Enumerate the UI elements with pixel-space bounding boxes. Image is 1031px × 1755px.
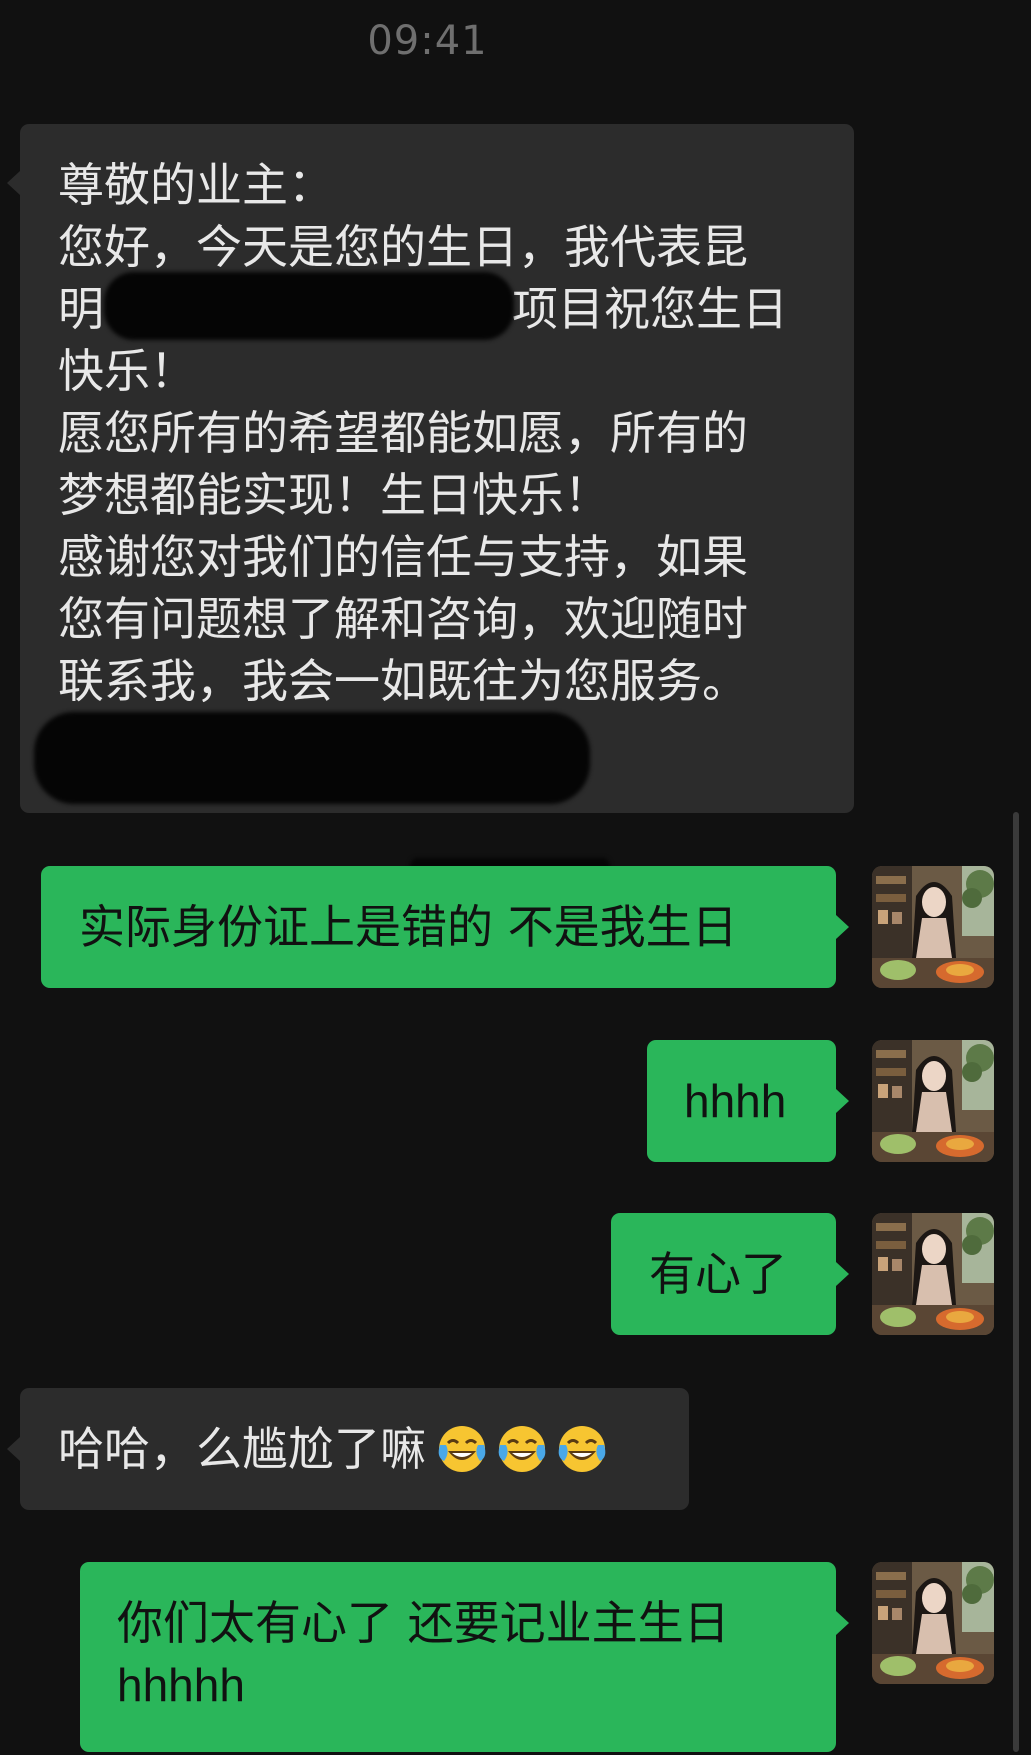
message-bubble-outgoing[interactable]: 有心了	[611, 1213, 836, 1335]
message-line: 您有问题想了解和咨询，欢迎随时	[58, 592, 748, 646]
message-text: 哈哈，么尴尬了嘛	[58, 1422, 426, 1476]
message-text: hhhh	[684, 1075, 787, 1127]
message-line: 快乐！	[58, 344, 196, 398]
message-line: 感谢您对我们的信任与支持，如果	[58, 530, 748, 584]
tears-of-joy-emoji	[436, 1423, 488, 1475]
redaction-mark	[104, 272, 514, 340]
message-fragment: 明	[58, 282, 104, 336]
user-avatar-photo-icon	[872, 1213, 994, 1335]
bubble-tail	[836, 915, 849, 939]
tears-of-joy-emoji	[556, 1423, 608, 1475]
message-line: 愿您所有的希望都能如愿，所有的	[58, 406, 748, 460]
user-avatar-photo-icon	[872, 1040, 994, 1162]
message-text: 实际身份证上是错的 不是我生日	[79, 900, 738, 954]
timestamp: 09:41	[367, 18, 488, 64]
message-line: 你们太有心了 还要记业主生日	[117, 1596, 730, 1650]
message-bubble-incoming[interactable]: 尊敬的业主： 您好，今天是您的生日，我代表昆 明 项目祝您生日 快乐！ 愿您所有…	[20, 124, 854, 813]
message-bubble-outgoing[interactable]: 你们太有心了 还要记业主生日 hhhhh	[80, 1562, 836, 1752]
user-avatar[interactable]	[872, 866, 994, 988]
message-line: hhhhh	[117, 1659, 245, 1711]
user-avatar[interactable]	[872, 1213, 994, 1335]
redaction-mark	[34, 712, 590, 804]
user-avatar[interactable]	[872, 1562, 994, 1684]
message-bubble-outgoing[interactable]: 实际身份证上是错的 不是我生日	[41, 866, 836, 988]
bubble-tail	[836, 1611, 849, 1635]
bubble-tail	[836, 1262, 849, 1286]
message-line: 哈哈，么尴尬了嘛	[58, 1418, 689, 1480]
bubble-tail	[7, 1437, 20, 1461]
scrollbar[interactable]	[1013, 812, 1019, 1752]
message-line: 联系我，我会一如既往为您服务。	[58, 654, 748, 708]
user-avatar-photo-icon	[872, 1562, 994, 1684]
message-bubble-outgoing[interactable]: hhhh	[647, 1040, 836, 1162]
message-line: 梦想都能实现！生日快乐！	[58, 468, 610, 522]
message-fragment: 项目祝您生日	[512, 282, 788, 336]
tears-of-joy-emoji	[496, 1423, 548, 1475]
message-line: 您好，今天是您的生日，我代表昆	[58, 220, 748, 274]
user-avatar-photo-icon	[872, 866, 994, 988]
bubble-tail	[7, 171, 20, 195]
message-bubble-incoming[interactable]: 哈哈，么尴尬了嘛	[20, 1388, 689, 1510]
message-text: 有心了	[649, 1247, 787, 1301]
message-line: 尊敬的业主：	[58, 158, 334, 212]
user-avatar[interactable]	[872, 1040, 994, 1162]
bubble-tail	[836, 1089, 849, 1113]
